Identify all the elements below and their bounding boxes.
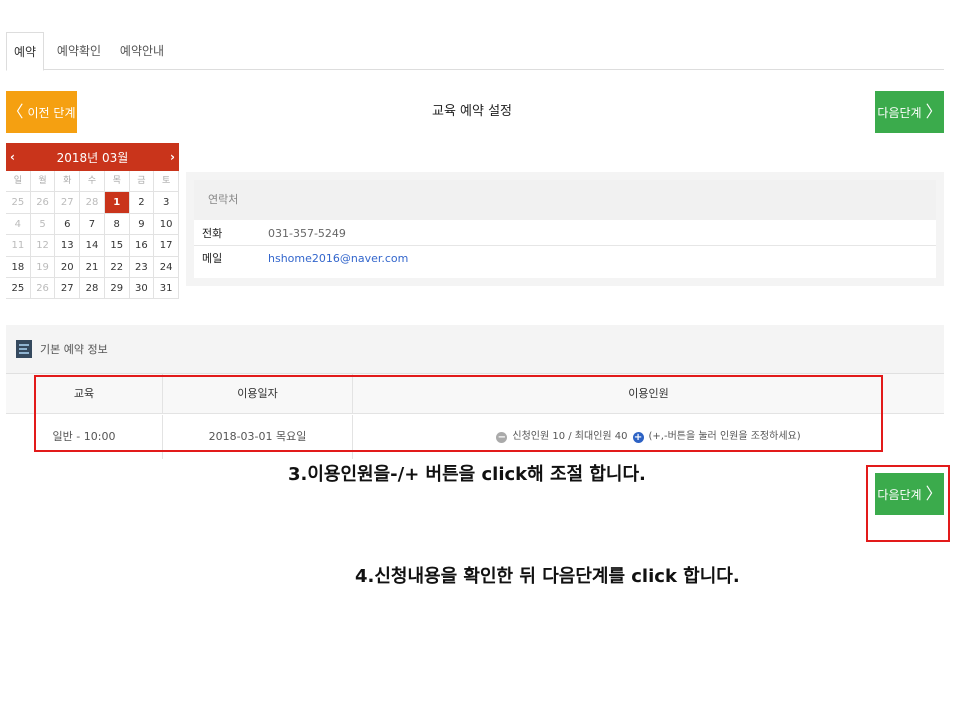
annotation-step4: 4.신청내용을 확인한 뒤 다음단계를 click 합니다. [355, 566, 740, 587]
chevron-left-icon: 〈 [7, 102, 24, 121]
calendar: ‹ 2018년 03월 › 일 월 화 수 목 금 토 25 26 27 28 1 2 3 4 5 6 7 8 9 10… [6, 143, 179, 310]
highlight-box-headcount [34, 375, 883, 452]
calendar-prev-month-icon[interactable]: ‹ [10, 150, 15, 164]
tab-reservation-guide[interactable]: 예약안내 [114, 32, 170, 70]
calendar-day[interactable]: 5 [30, 213, 56, 236]
page-title: 교육 예약 설정 [431, 104, 513, 119]
reservation-info-heading: 기본 예약 정보 [16, 340, 108, 358]
calendar-weekday: 일 [6, 171, 31, 193]
calendar-day[interactable]: 2 [129, 192, 155, 214]
calendar-day[interactable]: 4 [6, 213, 31, 236]
calendar-day[interactable]: 26 [30, 192, 56, 214]
calendar-day[interactable]: 26 [30, 277, 56, 300]
calendar-day[interactable]: 20 [55, 256, 81, 278]
calendar-weekday: 수 [80, 171, 105, 193]
calendar-day[interactable]: 13 [55, 235, 81, 257]
reservation-info-title: 기본 예약 정보 [40, 343, 108, 356]
calendar-day[interactable]: 19 [30, 256, 56, 278]
calendar-grid: 일 월 화 수 목 금 토 25 26 27 28 1 2 3 4 5 6 7 8 9 10 11 12 13 14 15 16 17… [6, 171, 179, 300]
calendar-day[interactable]: 30 [129, 277, 155, 300]
calendar-day[interactable]: 28 [80, 277, 105, 300]
calendar-day[interactable]: 1 [104, 192, 130, 214]
prev-step-button[interactable]: 〈 이전 단계 [6, 91, 77, 133]
prev-step-label: 이전 단계 [27, 105, 76, 120]
contact-heading: 연락처 [194, 180, 936, 220]
calendar-day[interactable]: 22 [104, 256, 130, 278]
tab-reservation-check[interactable]: 예약확인 [54, 32, 104, 70]
email-label: 메일 [202, 252, 223, 265]
calendar-day[interactable]: 31 [154, 277, 179, 300]
calendar-day[interactable]: 10 [154, 213, 179, 236]
calendar-day[interactable]: 25 [6, 192, 31, 214]
phone-label: 전화 [202, 227, 223, 240]
document-icon [16, 340, 32, 358]
calendar-day[interactable]: 14 [80, 235, 105, 257]
calendar-day[interactable]: 25 [6, 277, 31, 300]
calendar-weekday: 월 [30, 171, 56, 193]
calendar-weekday: 화 [55, 171, 81, 193]
calendar-day[interactable]: 11 [6, 235, 31, 257]
calendar-day[interactable]: 23 [129, 256, 155, 278]
next-step-button-top[interactable]: 다음단계 〉 [875, 91, 944, 133]
email-link[interactable]: hshome2016@naver.com [268, 247, 408, 271]
contact-row-phone: 전화 031-357-5249 [194, 222, 936, 246]
calendar-day[interactable]: 17 [154, 235, 179, 257]
tab-bar: 예약 예약확인 예약안내 [6, 32, 944, 71]
calendar-day[interactable]: 15 [104, 235, 130, 257]
calendar-day[interactable]: 21 [80, 256, 105, 278]
calendar-day[interactable]: 6 [55, 213, 81, 236]
calendar-month-title: 2018년 03월 [56, 150, 129, 165]
calendar-day[interactable]: 28 [80, 192, 105, 214]
calendar-day[interactable]: 18 [6, 256, 31, 278]
calendar-day[interactable]: 9 [129, 213, 155, 236]
contact-table: 연락처 전화 031-357-5249 메일 hshome2016@naver.… [194, 180, 936, 278]
tab-reservation[interactable]: 예약 [6, 32, 44, 71]
contact-row-email: 메일 hshome2016@naver.com [194, 247, 936, 271]
calendar-weekday: 토 [154, 171, 179, 193]
calendar-day[interactable]: 12 [30, 235, 56, 257]
calendar-day[interactable]: 8 [104, 213, 130, 236]
chevron-right-icon: 〉 [925, 102, 942, 121]
phone-value: 031-357-5249 [268, 227, 346, 240]
calendar-day[interactable]: 3 [154, 192, 179, 214]
calendar-day[interactable]: 27 [55, 277, 81, 300]
calendar-day[interactable]: 29 [104, 277, 130, 300]
highlight-box-next-button [866, 465, 950, 542]
calendar-weekday: 금 [129, 171, 155, 193]
calendar-day[interactable]: 27 [55, 192, 81, 214]
annotation-step3: 3.이용인원을-/+ 버튼을 click해 조절 합니다. [288, 464, 646, 485]
calendar-day[interactable]: 7 [80, 213, 105, 236]
contact-panel: 연락처 전화 031-357-5249 메일 hshome2016@naver.… [186, 172, 944, 286]
calendar-weekday: 목 [104, 171, 130, 193]
calendar-next-month-icon[interactable]: › [170, 150, 175, 164]
calendar-day[interactable]: 16 [129, 235, 155, 257]
calendar-day[interactable]: 24 [154, 256, 179, 278]
calendar-header: ‹ 2018년 03월 › [6, 143, 179, 171]
next-step-label: 다음단계 [877, 105, 922, 120]
